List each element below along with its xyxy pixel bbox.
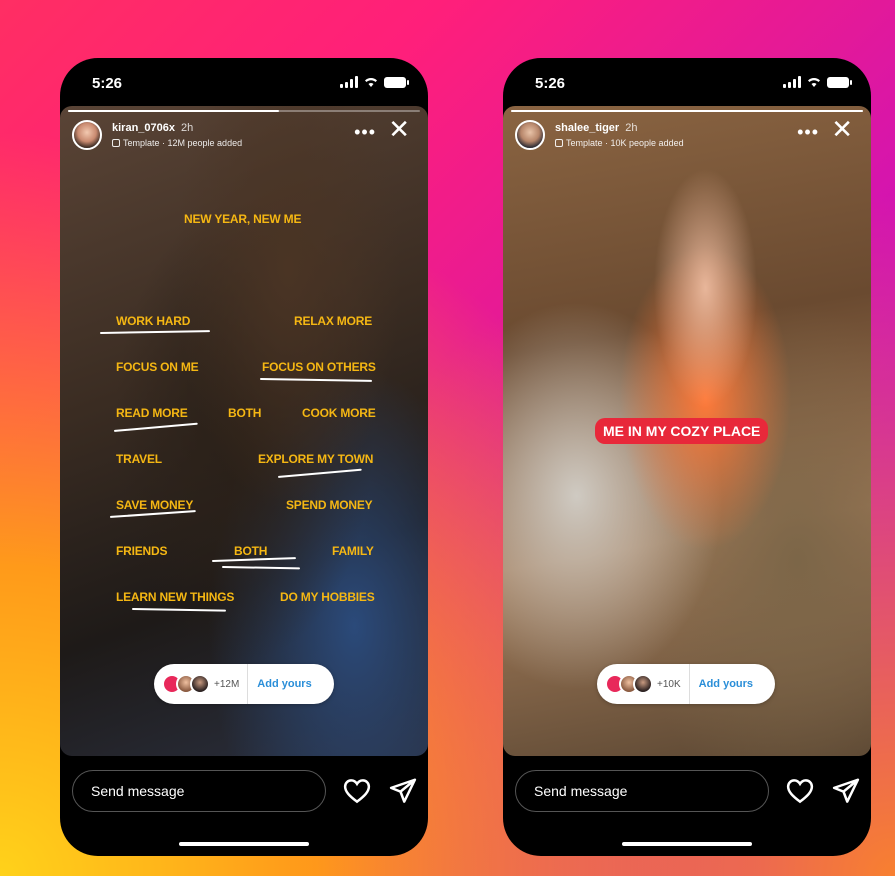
- status-bar: 5:26: [503, 58, 871, 106]
- post-age: 2h: [181, 122, 194, 134]
- template-option: BOTH: [234, 544, 268, 558]
- home-indicator: [622, 842, 752, 846]
- template-icon: [112, 139, 120, 147]
- participant-avatar: [633, 674, 653, 694]
- phone-right: 5:26 shalee_tiger 2h Template · 10K peopl…: [503, 58, 871, 856]
- divider: [688, 664, 690, 704]
- battery-icon: [384, 76, 409, 88]
- template-option: SAVE MONEY: [116, 498, 194, 512]
- template-icon: [555, 139, 563, 147]
- more-dots-icon[interactable]: •••: [354, 122, 376, 143]
- template-option: FAMILY: [332, 544, 374, 558]
- story-footer: Send message: [72, 770, 418, 814]
- paper-plane-icon[interactable]: [831, 776, 861, 806]
- template-info[interactable]: Template · 12M people added: [112, 138, 242, 148]
- username[interactable]: shalee_tiger: [555, 122, 619, 134]
- template-option: NEW YEAR, NEW ME: [184, 212, 302, 226]
- more-dots-icon[interactable]: •••: [797, 122, 819, 143]
- send-message-input[interactable]: Send message: [72, 770, 326, 812]
- template-option: RELAX MORE: [294, 314, 373, 328]
- template-option: WORK HARD: [116, 314, 191, 328]
- template-option: READ MORE: [116, 406, 188, 420]
- template-label: Template · 10K people added: [566, 138, 684, 148]
- username[interactable]: kiran_0706x: [112, 122, 175, 134]
- send-message-input[interactable]: Send message: [515, 770, 769, 812]
- heart-icon[interactable]: [785, 776, 815, 806]
- home-indicator: [179, 842, 309, 846]
- participant-avatars: [605, 674, 653, 694]
- story-progress-fill: [68, 110, 280, 112]
- paper-plane-icon[interactable]: [388, 776, 418, 806]
- template-info[interactable]: Template · 10K people added: [555, 138, 684, 148]
- status-time: 5:26: [92, 75, 123, 92]
- divider: [247, 664, 249, 704]
- template-option: FOCUS ON ME: [116, 360, 199, 374]
- added-count: +12M: [214, 678, 240, 690]
- post-age: 2h: [625, 122, 638, 134]
- battery-icon: [827, 76, 852, 88]
- text-sticker: ME IN MY COZY PLACE: [595, 418, 769, 444]
- story-header: shalee_tiger 2h Template · 10K people add…: [515, 116, 859, 160]
- story-progress-bar: [511, 110, 863, 112]
- template-option: EXPLORE MY TOWN: [258, 452, 374, 466]
- username-row[interactable]: shalee_tiger 2h: [555, 122, 637, 134]
- template-option: LEARN NEW THINGS: [116, 590, 235, 604]
- avatar[interactable]: [72, 120, 102, 150]
- wifi-icon: [808, 78, 820, 87]
- template-option: DO MY HOBBIES: [280, 590, 375, 604]
- status-icons: [340, 76, 409, 88]
- template-option: TRAVEL: [116, 452, 162, 466]
- signal-icon: [783, 76, 801, 88]
- phone-left: 5:26 kiran_0706x 2h Template · 12M people…: [60, 58, 428, 856]
- added-count: +10K: [657, 678, 681, 690]
- add-yours-sticker[interactable]: +10K Add yours: [597, 664, 775, 704]
- avatar[interactable]: [515, 120, 545, 150]
- story-progress-bar: [68, 110, 420, 112]
- template-label: Template · 12M people added: [123, 138, 243, 148]
- template-option: COOK MORE: [302, 406, 376, 420]
- status-icons: [783, 76, 852, 88]
- add-yours-sticker[interactable]: +12M Add yours: [154, 664, 334, 704]
- story-footer: Send message: [515, 770, 861, 814]
- template-option: BOTH: [228, 406, 262, 420]
- close-icon[interactable]: ✕: [388, 116, 410, 142]
- status-time: 5:26: [535, 75, 566, 92]
- story-header: kiran_0706x 2h Template · 12M people adde…: [72, 116, 416, 160]
- wifi-icon: [365, 78, 377, 87]
- close-icon[interactable]: ✕: [831, 116, 853, 142]
- participant-avatars: [162, 674, 210, 694]
- story-progress-fill: [511, 110, 863, 112]
- status-bar: 5:26: [60, 58, 428, 106]
- template-option: FOCUS ON OTHERS: [262, 360, 376, 374]
- add-yours-button[interactable]: Add yours: [257, 678, 311, 690]
- signal-icon: [340, 76, 358, 88]
- add-yours-button[interactable]: Add yours: [699, 678, 753, 690]
- template-option: FRIENDS: [116, 544, 168, 558]
- template-option: SPEND MONEY: [286, 498, 373, 512]
- heart-icon[interactable]: [342, 776, 372, 806]
- username-row[interactable]: kiran_0706x 2h: [112, 122, 193, 134]
- participant-avatar: [190, 674, 210, 694]
